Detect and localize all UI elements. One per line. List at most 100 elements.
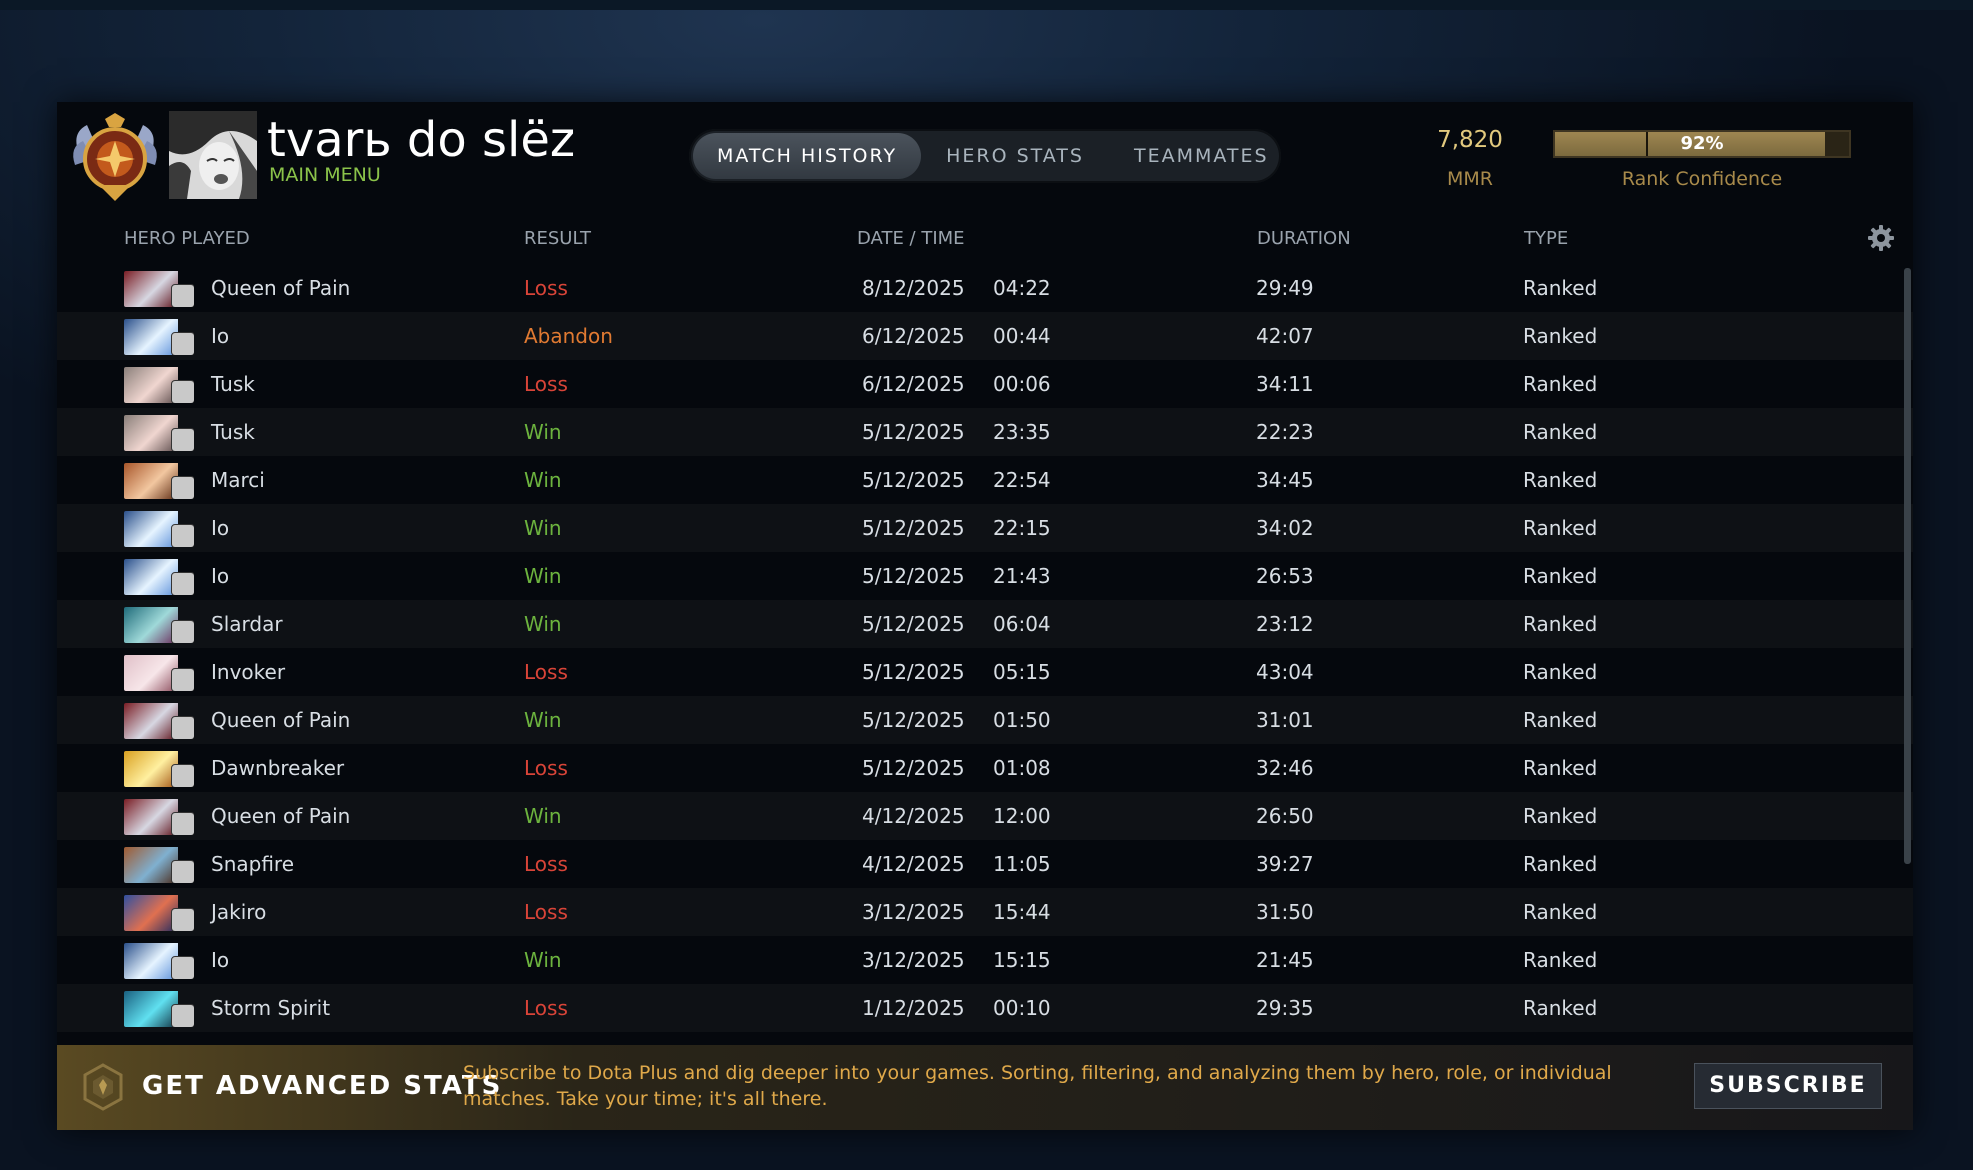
main-menu-link[interactable]: MAIN MENU (269, 164, 381, 186)
match-time: 23:35 (993, 420, 1051, 444)
header-hero-played[interactable]: HERO PLAYED (124, 228, 250, 249)
hero-portrait (124, 511, 194, 547)
hero-name: Queen of Pain (211, 804, 351, 828)
hero-portrait (124, 655, 194, 691)
table-row[interactable]: Jakiro Loss 3/12/2025 15:44 31:50 Ranked (57, 888, 1913, 936)
gear-icon[interactable] (1867, 224, 1895, 252)
hero-name: Tusk (211, 420, 255, 444)
match-type: Ranked (1523, 276, 1598, 300)
match-result: Loss (524, 660, 568, 684)
header-type[interactable]: TYPE (1524, 228, 1568, 249)
tab-hero-stats[interactable]: HERO STATS (921, 133, 1109, 179)
match-result: Win (524, 564, 562, 588)
match-time: 01:50 (993, 708, 1051, 732)
match-result: Loss (524, 996, 568, 1020)
role-icon (172, 381, 194, 403)
table-row[interactable]: Queen of Pain Loss 8/12/2025 04:22 29:49 Rank… (57, 264, 1913, 312)
match-type: Ranked (1523, 660, 1598, 684)
match-list: Queen of Pain Loss 8/12/2025 04:22 29:49 Rank… (57, 264, 1913, 1032)
match-duration: 34:02 (1256, 516, 1314, 540)
hero-portrait (124, 463, 194, 499)
role-icon (172, 669, 194, 691)
tab-match-history[interactable]: MATCH HISTORY (693, 133, 922, 179)
match-duration: 39:27 (1256, 852, 1314, 876)
table-row[interactable]: Snapfire Loss 4/12/2025 11:05 39:27 Ranked (57, 840, 1913, 888)
hero-name: Marci (211, 468, 265, 492)
match-result: Loss (524, 900, 568, 924)
match-duration: 23:12 (1256, 612, 1314, 636)
header-result[interactable]: RESULT (524, 228, 591, 249)
match-time: 21:43 (993, 564, 1051, 588)
match-date: 6/12/2025 (862, 324, 965, 348)
match-type: Ranked (1523, 804, 1598, 828)
role-icon (172, 333, 194, 355)
match-type: Ranked (1523, 612, 1598, 636)
role-icon (172, 909, 194, 931)
table-row[interactable]: Storm Spirit Loss 1/12/2025 00:10 29:35 Ranke… (57, 984, 1913, 1032)
scrollbar[interactable] (1904, 268, 1911, 864)
match-type: Ranked (1523, 564, 1598, 588)
match-duration: 32:46 (1256, 756, 1314, 780)
match-date: 5/12/2025 (862, 660, 965, 684)
hero-portrait (124, 271, 194, 307)
hero-portrait (124, 895, 194, 931)
table-row[interactable]: Io Win 5/12/2025 22:15 34:02 Ranked (57, 504, 1913, 552)
subscribe-button[interactable]: SUBSCRIBE (1694, 1063, 1882, 1109)
table-row[interactable]: Slardar Win 5/12/2025 06:04 23:12 Ranked (57, 600, 1913, 648)
promo-text: Subscribe to Dota Plus and dig deeper in… (463, 1062, 1612, 1110)
match-time: 06:04 (993, 612, 1051, 636)
table-row[interactable]: Dawnbreaker Loss 5/12/2025 01:08 32:46 Ranked (57, 744, 1913, 792)
match-type: Ranked (1523, 900, 1598, 924)
hero-portrait-image (124, 655, 178, 691)
table-row[interactable]: Io Abandon 6/12/2025 00:44 42:07 Ranked (57, 312, 1913, 360)
role-icon (172, 525, 194, 547)
table-row[interactable]: Marci Win 5/12/2025 22:54 34:45 Ranked (57, 456, 1913, 504)
match-type: Ranked (1523, 324, 1598, 348)
match-duration: 31:01 (1256, 708, 1314, 732)
player-avatar[interactable] (169, 111, 257, 199)
match-date: 3/12/2025 (862, 900, 965, 924)
hero-portrait (124, 703, 194, 739)
hero-name: Queen of Pain (211, 708, 351, 732)
header-date-time[interactable]: DATE / TIME (857, 228, 965, 249)
hero-portrait-image (124, 943, 178, 979)
mmr-value: 7,820 (1437, 127, 1503, 153)
tab-teammates[interactable]: TEAMMATES (1109, 133, 1294, 179)
role-icon (172, 813, 194, 835)
match-time: 04:22 (993, 276, 1051, 300)
rank-confidence-label: Rank Confidence (1621, 168, 1783, 190)
match-date: 6/12/2025 (862, 372, 965, 396)
role-icon (172, 861, 194, 883)
table-row[interactable]: Tusk Loss 6/12/2025 00:06 34:11 Ranked (57, 360, 1913, 408)
top-bar (0, 0, 1973, 10)
table-row[interactable]: Queen of Pain Win 5/12/2025 01:50 31:01 Ranke… (57, 696, 1913, 744)
role-icon (172, 429, 194, 451)
match-result: Loss (524, 276, 568, 300)
match-result: Win (524, 420, 562, 444)
hero-portrait-image (124, 847, 178, 883)
table-row[interactable]: Tusk Win 5/12/2025 23:35 22:23 Ranked (57, 408, 1913, 456)
match-result: Loss (524, 852, 568, 876)
match-duration: 34:11 (1256, 372, 1314, 396)
table-row[interactable]: Queen of Pain Win 4/12/2025 12:00 26:50 Ranke… (57, 792, 1913, 840)
match-type: Ranked (1523, 996, 1598, 1020)
match-date: 5/12/2025 (862, 708, 965, 732)
table-row[interactable]: Io Win 3/12/2025 15:15 21:45 Ranked (57, 936, 1913, 984)
header-duration[interactable]: DURATION (1257, 228, 1351, 249)
hero-portrait-image (124, 559, 178, 595)
match-type: Ranked (1523, 756, 1598, 780)
table-row[interactable]: Invoker Loss 5/12/2025 05:15 43:04 Ranked (57, 648, 1913, 696)
match-type: Ranked (1523, 372, 1598, 396)
dota-plus-icon (83, 1063, 123, 1111)
match-date: 5/12/2025 (862, 756, 965, 780)
match-type: Ranked (1523, 468, 1598, 492)
match-time: 01:08 (993, 756, 1051, 780)
hero-portrait-image (124, 895, 178, 931)
hero-name: Slardar (211, 612, 283, 636)
match-time: 05:15 (993, 660, 1051, 684)
table-row[interactable]: Io Win 5/12/2025 21:43 26:53 Ranked (57, 552, 1913, 600)
match-date: 5/12/2025 (862, 468, 965, 492)
hero-portrait-image (124, 367, 178, 403)
hero-portrait (124, 751, 194, 787)
hero-portrait (124, 415, 194, 451)
